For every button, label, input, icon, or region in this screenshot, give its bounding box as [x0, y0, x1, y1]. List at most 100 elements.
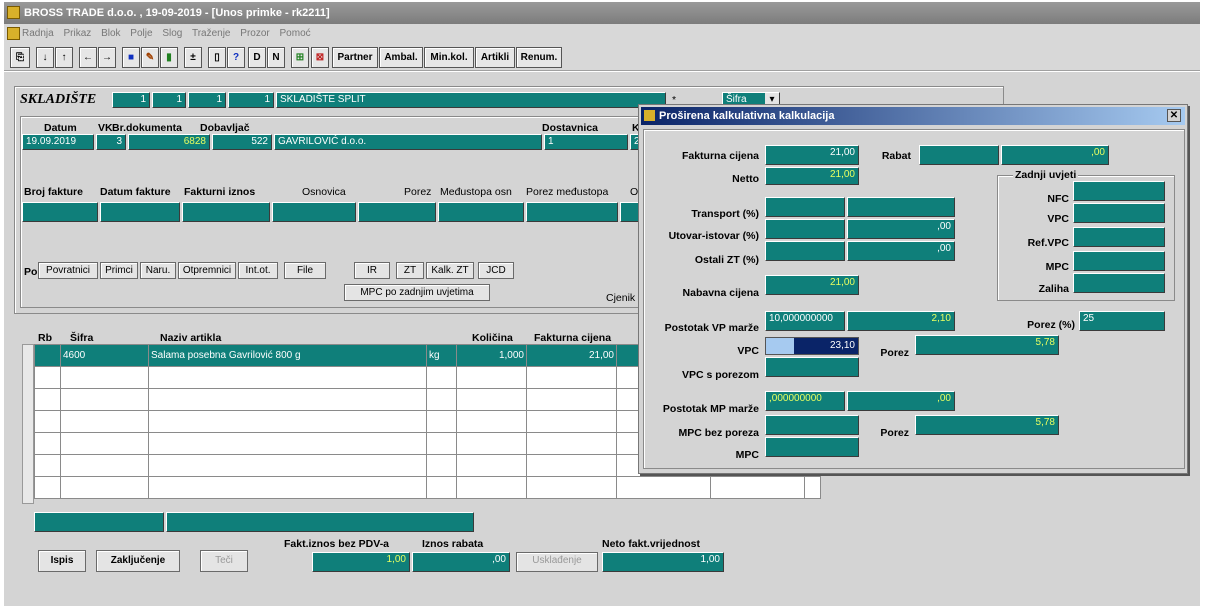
vp-marza-field[interactable]: 2,10 [847, 311, 955, 331]
broj-fakture-field[interactable] [22, 202, 98, 222]
vpc-field[interactable]: 23,10 [765, 337, 859, 355]
jcd-button[interactable]: JCD [478, 262, 514, 279]
otpremnici-button[interactable]: Otpremnici [178, 262, 236, 279]
menu-polje[interactable]: Polje [130, 28, 152, 39]
dobavljac-naziv-field[interactable]: GAVRILOVIĆ d.o.o. [274, 134, 542, 150]
vpc-porez-field[interactable]: 5,78 [915, 335, 1059, 355]
table-row[interactable] [34, 476, 821, 499]
datum-field[interactable]: 19.09.2019 [22, 134, 94, 150]
mpc-porez-field[interactable]: 5,78 [915, 415, 1059, 435]
dobavljac-sifra-field[interactable]: 522 [212, 134, 272, 150]
medustopa-osn-field[interactable] [438, 202, 524, 222]
transport-pct-field[interactable] [765, 197, 845, 217]
mpc-field[interactable] [765, 437, 859, 457]
partner-button[interactable]: Partner [332, 47, 378, 68]
refvpc-field[interactable] [1073, 227, 1165, 247]
add-record-icon[interactable]: ⊞ [291, 47, 309, 68]
footer-field-1[interactable] [34, 512, 164, 532]
brdok-field[interactable]: 6828 [128, 134, 210, 150]
ir-button[interactable]: IR [354, 262, 390, 279]
fakturni-iznos-field[interactable] [182, 202, 270, 222]
menu-prozor[interactable]: Prozor [240, 28, 269, 39]
zadnji-vpc-field[interactable] [1073, 203, 1165, 223]
skladiste-field-4[interactable]: 1 [228, 92, 274, 108]
porez-field[interactable] [358, 202, 436, 222]
ostali-field[interactable]: ,00 [847, 241, 955, 261]
menu-trazenje[interactable]: Traženje [192, 28, 231, 39]
skladiste-field-1[interactable]: 1 [112, 92, 150, 108]
footer-field-2[interactable] [166, 512, 474, 532]
porez-medustopa-field[interactable] [526, 202, 618, 222]
door-icon[interactable]: ▮ [160, 47, 178, 68]
help-icon[interactable]: ? [227, 47, 245, 68]
mpc-zadnji-uvjeti-button[interactable]: MPC po zadnjim uvjetima [344, 284, 490, 301]
mp-marza-pct-field[interactable]: ,000000000 [765, 391, 845, 411]
transport-field[interactable] [847, 197, 955, 217]
utovar-field[interactable]: ,00 [847, 219, 955, 239]
datum-fakture-field[interactable] [100, 202, 180, 222]
close-icon[interactable]: ✕ [1167, 109, 1181, 122]
skladiste-field-2[interactable]: 1 [152, 92, 186, 108]
row1-sifra[interactable]: 4600 [60, 344, 149, 367]
grid-scrollbar[interactable] [22, 344, 34, 504]
row1-jm[interactable]: kg [426, 344, 457, 367]
neto-fakt-field[interactable]: 1,00 [602, 552, 724, 572]
iznos-rabata-field[interactable]: ,00 [412, 552, 510, 572]
row1-kolicina[interactable]: 1,000 [456, 344, 527, 367]
row1-naziv[interactable]: Salama posebna Gavrilović 800 g [148, 344, 427, 367]
porez-pct-field[interactable]: 25 [1079, 311, 1165, 331]
ispis-button[interactable]: Ispis [38, 550, 86, 572]
menu-slog[interactable]: Slog [162, 28, 182, 39]
n-button[interactable]: N [267, 47, 285, 68]
primci-button[interactable]: Primci [100, 262, 138, 279]
o-field[interactable] [620, 202, 640, 222]
nabavna-cijena-field[interactable]: 21,00 [765, 275, 859, 295]
delete-record-icon[interactable]: ⊠ [311, 47, 329, 68]
new-page-icon[interactable]: ▯ [208, 47, 226, 68]
rabat-field[interactable]: ,00 [1001, 145, 1109, 165]
kalkzt-button[interactable]: Kalk. ZT [426, 262, 474, 279]
nfc-field[interactable] [1073, 181, 1165, 201]
fakt-iznos-field[interactable]: 1,00 [312, 552, 410, 572]
edit-icon[interactable]: ✎ [141, 47, 159, 68]
menu-radnja[interactable]: Radnja [22, 28, 54, 39]
ostali-pct-field[interactable] [765, 241, 845, 261]
save-icon[interactable]: ■ [122, 47, 140, 68]
utovar-pct-field[interactable] [765, 219, 845, 239]
minkol-button[interactable]: Min.kol. [424, 47, 474, 68]
zadnji-mpc-field[interactable] [1073, 251, 1165, 271]
skladiste-field-3[interactable]: 1 [188, 92, 226, 108]
artikli-button[interactable]: Artikli [475, 47, 515, 68]
teci-button[interactable]: Teči [200, 550, 248, 572]
netto-field[interactable]: 21,00 [765, 167, 859, 185]
arrow-right-icon[interactable]: → [98, 47, 116, 68]
plus-minus-icon[interactable]: ± [184, 47, 202, 68]
renum-button[interactable]: Renum. [516, 47, 562, 68]
zaliha-field[interactable] [1073, 273, 1165, 293]
arrow-down-icon[interactable]: ↓ [36, 47, 54, 68]
naru-button[interactable]: Naru. [140, 262, 176, 279]
zt-button[interactable]: ZT [396, 262, 424, 279]
rabat-pct-field[interactable] [919, 145, 999, 165]
zakljucenje-button[interactable]: Zaključenje [96, 550, 180, 572]
fakturna-cijena-field[interactable]: 21,00 [765, 145, 859, 165]
row1-fc[interactable]: 21,00 [526, 344, 617, 367]
mp-marza-field[interactable]: ,00 [847, 391, 955, 411]
vpc-s-porezom-field[interactable] [765, 357, 859, 377]
skladiste-name[interactable]: SKLADIŠTE SPLIT [276, 92, 666, 108]
povratnici-button[interactable]: Povratnici [38, 262, 98, 279]
menu-blok[interactable]: Blok [101, 28, 120, 39]
osnovica-field[interactable] [272, 202, 356, 222]
ambal-button[interactable]: Ambal. [379, 47, 423, 68]
vp-marza-pct-field[interactable]: 10,000000000 [765, 311, 845, 331]
app-menu-icon[interactable] [7, 27, 20, 40]
intot-button[interactable]: Int.ot. [238, 262, 278, 279]
dostavnica-field[interactable]: 1 [544, 134, 628, 150]
vk-field[interactable]: 3 [96, 134, 126, 150]
file-button[interactable]: File [284, 262, 326, 279]
exit-icon[interactable]: ⎘ [10, 47, 30, 68]
arrow-left-icon[interactable]: ← [79, 47, 97, 68]
arrow-up-icon[interactable]: ↑ [55, 47, 73, 68]
d-button[interactable]: D [248, 47, 266, 68]
menu-pomoc[interactable]: Pomoć [280, 28, 311, 39]
